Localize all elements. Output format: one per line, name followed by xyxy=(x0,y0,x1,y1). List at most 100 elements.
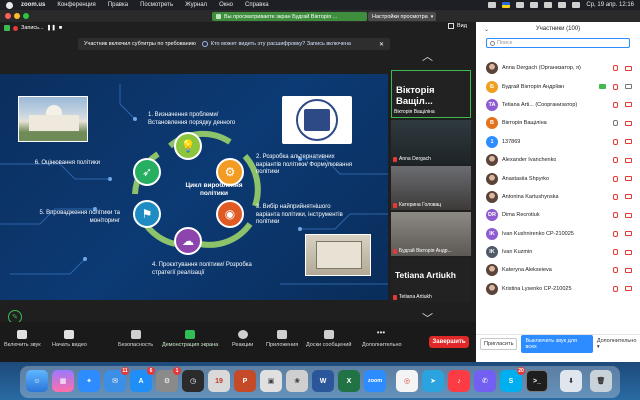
word-icon[interactable]: W xyxy=(312,370,334,392)
speaker-tile-active[interactable]: Вікторія Ващіл... Вікторія Ващіліна xyxy=(391,70,471,118)
participant-row[interactable]: Anastasiia Shpyrko xyxy=(476,169,640,187)
preview-icon[interactable]: ▣ xyxy=(260,370,282,392)
search-icon[interactable] xyxy=(558,2,567,8)
menu-window[interactable]: Окно xyxy=(219,2,233,8)
participant-row[interactable]: В Вікторія Ващіліна xyxy=(476,114,640,132)
participant-row[interactable]: 1 137869 xyxy=(476,133,640,151)
mic-muted-icon[interactable] xyxy=(613,249,618,256)
video-off-icon[interactable] xyxy=(625,176,632,182)
mic-muted-icon[interactable] xyxy=(613,267,618,274)
menu-conference[interactable]: Конференция xyxy=(57,2,95,8)
video-off-icon[interactable] xyxy=(625,139,632,145)
participant-row[interactable]: IK Ivan Kuzmin xyxy=(476,243,640,261)
apple-menu-icon[interactable] xyxy=(6,1,13,9)
mic-muted-icon[interactable] xyxy=(613,193,618,200)
video-off-icon[interactable] xyxy=(625,249,632,255)
appstore-icon[interactable]: A6 xyxy=(130,367,155,392)
participant-row[interactable]: TA Tetiana Arti... (Соорганизатор) xyxy=(476,96,640,114)
speaker-tile-video[interactable]: Будгай Вікторія Андр... xyxy=(391,212,471,256)
reactions-button[interactable]: Реакции xyxy=(232,330,253,348)
menu-edit[interactable]: Правка xyxy=(108,2,128,8)
launchpad-icon[interactable]: ▦ xyxy=(52,370,74,392)
speaker-tile-name[interactable]: Tetiana Artiukh Tetiana Artiukh xyxy=(391,258,471,302)
bluetooth-icon[interactable] xyxy=(516,2,525,8)
excel-icon[interactable]: X xyxy=(338,370,360,392)
participant-row[interactable]: Anna Dergach (Организатор, я) xyxy=(476,59,640,77)
participant-row[interactable]: Antonina Kartushynska xyxy=(476,188,640,206)
scroll-up-icon[interactable]: ︿ xyxy=(422,48,433,64)
participant-row[interactable]: Kristina Lysenko СР-210025 xyxy=(476,280,640,298)
video-off-icon[interactable] xyxy=(625,212,632,218)
downloads-folder-icon[interactable]: ⬇ xyxy=(560,370,582,392)
mic-muted-icon[interactable] xyxy=(613,230,618,237)
photos-icon[interactable]: ❀ xyxy=(286,370,308,392)
mic-muted-icon[interactable] xyxy=(613,212,618,219)
telegram-icon[interactable]: ➤ xyxy=(422,370,444,392)
zoom-tray-icon[interactable] xyxy=(488,2,497,8)
mic-on-icon[interactable] xyxy=(613,120,618,127)
finder-icon[interactable]: ☺ xyxy=(26,370,48,392)
mute-all-button[interactable]: Выключить звук для всех xyxy=(521,334,593,353)
more-button[interactable]: ••• Дополнительно xyxy=(362,329,402,349)
participant-row[interactable]: Kateryna Alekseieva xyxy=(476,261,640,279)
collapse-panel-icon[interactable]: ⌄ xyxy=(484,26,489,33)
terminal-icon[interactable]: >_ xyxy=(526,370,548,392)
close-window-icon[interactable] xyxy=(5,13,11,19)
mic-muted-icon[interactable] xyxy=(613,83,618,90)
menu-history[interactable]: Журнал xyxy=(185,2,207,8)
menu-app-zoom[interactable]: zoom.us xyxy=(21,2,45,8)
system-settings-icon[interactable]: ⚙ 1 xyxy=(156,367,181,392)
video-off-icon[interactable] xyxy=(625,231,632,237)
video-on-icon[interactable] xyxy=(625,84,632,90)
speaker-tile-video[interactable]: Anna Dergach xyxy=(391,120,471,164)
wifi-icon[interactable] xyxy=(544,2,553,8)
invite-button[interactable]: Пригласить xyxy=(480,337,518,350)
safari-icon[interactable]: ✦ xyxy=(78,370,100,392)
music-icon[interactable]: ♪ xyxy=(448,370,470,392)
encryption-shield-icon[interactable] xyxy=(4,25,10,31)
mic-muted-icon[interactable] xyxy=(613,157,618,164)
view-toggle[interactable]: Вид xyxy=(448,23,467,29)
control-center-icon[interactable] xyxy=(572,2,581,8)
clock-icon[interactable]: ◷ xyxy=(182,370,204,392)
mic-muted-icon[interactable] xyxy=(613,175,618,182)
battery-icon[interactable] xyxy=(530,2,539,8)
transcript-visibility-link[interactable]: Кто может видеть эту расшифровку? Запись… xyxy=(201,41,351,47)
menu-view[interactable]: Посмотреть xyxy=(140,2,173,8)
participant-row[interactable]: Б Будгай Вікторія Андріївн xyxy=(476,77,640,95)
end-meeting-button[interactable]: Завершить xyxy=(429,336,469,348)
participant-row[interactable]: DR Dima Recrotiuk xyxy=(476,206,640,224)
video-off-icon[interactable] xyxy=(625,194,632,200)
unmute-button[interactable]: Включить звук xyxy=(4,330,41,348)
view-settings-button[interactable]: Настройки просмотра ▾ xyxy=(368,12,436,21)
zoom-icon[interactable]: zoom xyxy=(364,370,386,392)
powerpoint-icon[interactable]: P xyxy=(234,370,256,392)
skype-icon[interactable]: S 20 xyxy=(500,367,525,392)
stop-recording-icon[interactable]: ■ xyxy=(59,25,62,31)
participant-row[interactable]: Alexander Ivanchenko xyxy=(476,151,640,169)
menu-help[interactable]: Справка xyxy=(245,2,269,8)
security-button[interactable]: Безопасность xyxy=(118,330,153,348)
input-language-icon[interactable] xyxy=(502,2,511,8)
video-off-icon[interactable] xyxy=(625,157,632,163)
whiteboards-button[interactable]: Доски сообщений xyxy=(306,330,351,348)
mic-muted-icon[interactable] xyxy=(613,65,618,72)
close-notice-icon[interactable]: ✕ xyxy=(379,41,384,48)
video-off-icon[interactable] xyxy=(625,286,632,292)
fullscreen-window-icon[interactable] xyxy=(23,13,29,19)
minimize-window-icon[interactable] xyxy=(14,13,20,19)
mic-muted-icon[interactable] xyxy=(613,285,618,292)
video-off-icon[interactable] xyxy=(625,120,632,126)
share-screen-button[interactable]: Демонстрация экрана xyxy=(162,330,218,348)
more-options-button[interactable]: Дополнительно ▾ xyxy=(597,338,640,350)
trash-icon[interactable]: 🗑 xyxy=(590,370,612,392)
video-off-icon[interactable] xyxy=(625,65,632,71)
pause-recording-icon[interactable]: ❚❚ xyxy=(47,25,56,31)
calendar-icon[interactable]: 19 xyxy=(208,370,230,392)
viber-icon[interactable]: ✆ xyxy=(474,370,496,392)
menubar-clock[interactable]: Ср, 19 апр. 12:16 xyxy=(586,2,634,8)
mail-icon[interactable]: ✉ 11 xyxy=(104,367,129,392)
start-video-button[interactable]: Начать видео xyxy=(52,330,87,348)
mic-muted-icon[interactable] xyxy=(613,138,618,145)
speaker-tile-video[interactable]: Катерина Головац xyxy=(391,166,471,210)
